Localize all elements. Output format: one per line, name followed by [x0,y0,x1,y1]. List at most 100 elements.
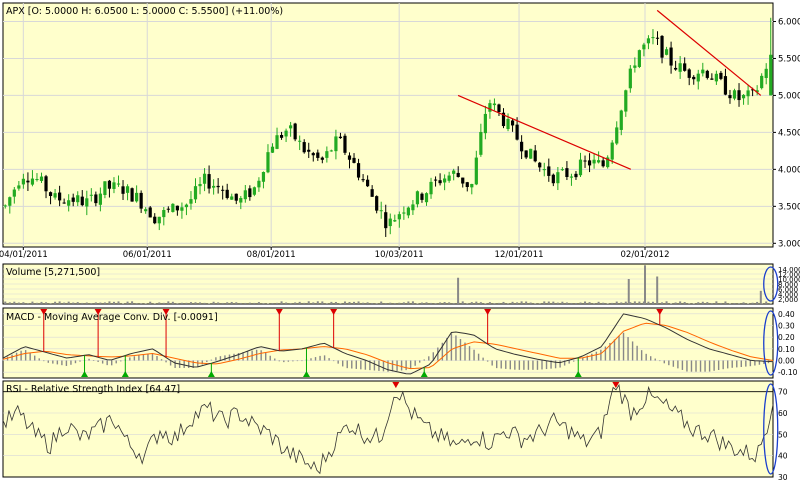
volume-bar [257,302,260,304]
macd-histogram-bar [92,360,95,361]
volume-bar [353,301,356,304]
macd-histogram-bar [11,354,13,361]
volume-bar [661,302,664,304]
candle-body [135,192,139,202]
candle-body [669,47,673,66]
macd-histogram-bar [532,360,534,370]
macd-panel: MACD - Moving Average Conv. Div. [-0.009… [2,307,798,379]
macd-histogram-bar [206,360,208,363]
macd-histogram-bar [536,360,539,370]
candle-body [456,172,460,177]
price-x-tick-label: 08/01/2011 [247,250,296,260]
rsi-title: RSI - Relative Strength Index [64.47] [6,384,180,395]
macd-histogram-bar [595,351,598,361]
volume-bar [94,302,97,304]
volume-bar [561,301,564,304]
macd-histogram-bar [61,360,63,366]
price-x-tick-label: 02/01/2012 [621,250,670,260]
macd-histogram-bar [663,360,665,364]
stock-chart: APX [O: 5.0000 H: 6.0500 L: 5.0000 C: 5.… [0,2,800,482]
volume-bar [393,303,396,304]
volume-bar [158,302,161,304]
volume-bar [756,301,759,304]
candle-body [44,176,48,192]
candle-body [89,194,93,196]
volume-bar [162,302,165,304]
candle-body [316,152,320,158]
candle-body [388,218,392,227]
macd-y-tick-label: 0.20 [778,333,795,342]
candle-body [39,176,44,181]
volume-bar [461,301,464,304]
volume-bar [597,301,600,304]
candle-body [687,69,691,78]
candle-body [674,67,678,70]
volume-bar [330,301,333,304]
macd-histogram-bar [15,352,18,361]
volume-bar [452,303,455,304]
volume-bar [688,303,691,304]
volume-bar [715,301,718,304]
macd-histogram-bar [38,358,40,361]
candle-body [429,181,433,195]
candle-body [116,183,121,185]
candle-body [402,212,406,214]
macd-histogram-bar [505,360,507,369]
macd-histogram-bar [74,360,77,364]
volume-bar [81,302,84,304]
volume-bar [63,302,66,304]
candle-body [80,196,84,206]
macd-histogram-bar [147,353,149,361]
candle-body [171,203,175,212]
macd-y-tick-label: 0.10 [778,345,795,354]
candle-body [583,160,587,162]
candle-body [58,192,62,201]
macd-histogram-bar [296,360,299,362]
volume-bar [507,303,510,304]
macd-histogram-bar [373,360,376,371]
volume-spike [656,276,659,304]
volume-bar [425,302,428,304]
macd-histogram-bar [364,360,367,370]
macd-histogram-bar [274,358,276,361]
volume-bar [602,302,605,304]
macd-histogram-bar [690,360,693,372]
volume-bar [13,301,16,304]
candle-body [452,170,456,174]
volume-bar [58,301,61,304]
macd-histogram-bar [518,360,521,370]
volume-bar [493,303,496,304]
candle-body [497,104,501,113]
macd-histogram-bar [423,359,425,361]
candle-body [538,162,542,168]
volume-bar [611,302,614,304]
candle-body [334,136,338,152]
price-y-tick-label: 4.500 [778,128,800,138]
volume-bar [371,302,374,304]
volume-bar [289,303,292,304]
candle-body [574,173,578,178]
candle-body [289,125,293,129]
candle-body [660,35,664,58]
candle-body [270,146,275,153]
price-y-tick-label: 5.500 [778,54,800,64]
candle-body [692,76,696,80]
macd-histogram-bar [473,349,475,361]
volume-bar [552,301,555,304]
price-y-axis: 6.000 5.500 5.000 4.500 4.000 3.500 3.000 [773,17,800,249]
volume-bar [765,301,768,304]
volume-bar [633,301,636,304]
candle-body [189,199,193,204]
rsi-y-axis: 70 60 50 40 30 [778,388,788,482]
macd-histogram-bar [695,360,697,372]
volume-bar [719,302,722,304]
candle-body [307,149,311,152]
macd-histogram-bar [559,360,561,368]
macd-histogram-bar [622,332,625,361]
candle-body [565,168,569,177]
volume-bar [85,302,88,304]
macd-histogram-bar [618,335,620,361]
candle-body [578,159,583,176]
candle-body [520,141,524,152]
candle-body [370,189,374,197]
